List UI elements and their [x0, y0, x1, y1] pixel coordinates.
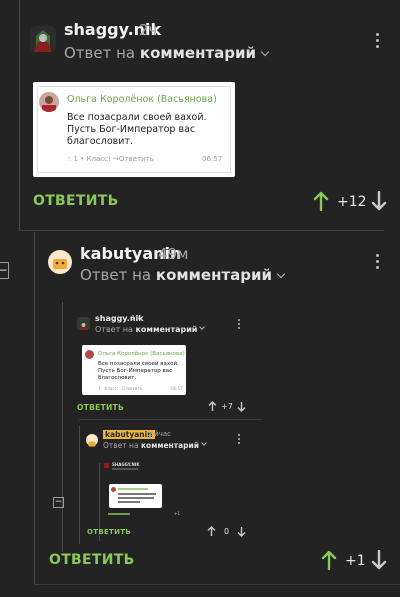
- reply-to-link: Ответ на комментарий: [95, 324, 206, 334]
- score: +7: [221, 402, 233, 411]
- timestamp: 1ч: [131, 314, 140, 322]
- embedded-time: 06:57: [202, 155, 223, 163]
- embedded-text: Все позасрали своей вахой. Пусть Бог-Имп…: [67, 112, 207, 147]
- upvote-icon[interactable]: [321, 550, 337, 570]
- upvote-icon[interactable]: [313, 191, 329, 211]
- avatar[interactable]: [30, 26, 56, 52]
- chevron-down-icon: [276, 269, 286, 279]
- username: SHAGGY.NIK: [112, 462, 140, 467]
- more-options-icon: [238, 434, 240, 444]
- embedded-screenshot[interactable]: shaggy.nik 1ч Ответ на комментарий Ольга…: [53, 300, 270, 552]
- avatar: [86, 434, 98, 447]
- embedded-image[interactable]: Ольга Королёнок (Васьянова) Все позасрал…: [33, 82, 235, 177]
- thread-line: [19, 0, 20, 230]
- downvote-icon: [237, 402, 246, 412]
- reply-button: [108, 513, 130, 515]
- chevron-down-icon: [201, 440, 207, 446]
- score: +12: [337, 194, 367, 210]
- downvote-icon[interactable]: [371, 191, 387, 211]
- avatar: [39, 92, 59, 112]
- score: +1: [174, 511, 180, 516]
- reply-to-link[interactable]: Ответ на комментарий: [80, 266, 286, 284]
- upvote-icon: [207, 526, 216, 536]
- collapse-button[interactable]: −: [0, 262, 9, 279]
- reply-button: ОТВЕТИТЬ: [77, 403, 124, 412]
- timestamp: 49м: [158, 245, 189, 263]
- collapse-button: −: [53, 497, 64, 508]
- avatar[interactable]: [48, 250, 72, 274]
- downvote-icon[interactable]: [371, 550, 387, 570]
- embedded-footer: 1 · Класс! · Ответить: [98, 386, 142, 391]
- upvote-icon: [208, 401, 217, 411]
- more-options-icon: [238, 319, 240, 329]
- timestamp: 2ч: [139, 21, 158, 39]
- reply-to-link: Ответ на комментарий: [103, 440, 207, 450]
- divider: [79, 419, 262, 420]
- embedded-image: Ольга Королёнок (Васьянова) Все позасрал…: [82, 345, 186, 395]
- embedded-footer: ☝ 1 • Класс! ↪Ответить: [67, 155, 154, 163]
- more-options-icon[interactable]: [376, 33, 379, 48]
- reply-to-link[interactable]: Ответ на комментарий: [64, 44, 270, 62]
- thread-line: [34, 232, 35, 584]
- downvote-icon: [237, 527, 246, 537]
- score: +1: [345, 553, 366, 569]
- avatar: [77, 317, 90, 330]
- reply-button: ОТВЕТИТЬ: [87, 528, 131, 536]
- divider: [34, 584, 400, 585]
- reply-button[interactable]: ОТВЕТИТЬ: [49, 552, 135, 568]
- embedded-image: [109, 484, 162, 508]
- thumb-icon: ☝: [67, 155, 72, 163]
- embedded-text: Все позасрали своей вахой. Пусть Бог-Имп…: [98, 361, 179, 381]
- more-options-icon[interactable]: [376, 254, 379, 269]
- chevron-down-icon: [199, 324, 206, 330]
- timestamp: сейчас: [146, 430, 171, 438]
- avatar: [104, 463, 109, 468]
- embedded-author: Ольга Королёнок (Васьянова): [67, 94, 217, 105]
- reply-button[interactable]: ОТВЕТИТЬ: [33, 193, 119, 209]
- chevron-down-icon: [260, 47, 270, 57]
- score: 0: [224, 527, 230, 536]
- avatar: [85, 350, 94, 359]
- reply-to-link: [112, 468, 138, 470]
- divider: [18, 230, 384, 231]
- embedded-time: 06:57: [171, 386, 183, 391]
- embedded-author: Ольга Королёнок (Васьянова): [98, 351, 185, 357]
